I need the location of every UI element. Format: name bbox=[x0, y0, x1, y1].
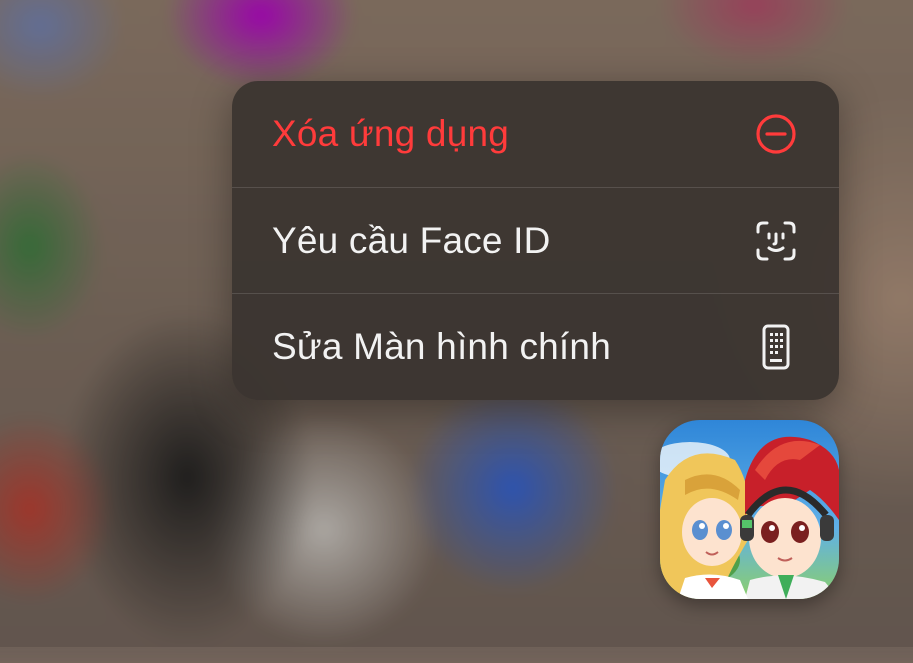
remove-app-label: Xóa ứng dụng bbox=[272, 113, 510, 154]
anime-game-app-icon[interactable] bbox=[660, 420, 839, 599]
minus-circle-icon bbox=[753, 111, 799, 157]
require-face-id-label: Yêu cầu Face ID bbox=[272, 219, 551, 261]
phone-grid-icon bbox=[753, 324, 799, 370]
app-context-menu: Xóa ứng dụng Yêu cầu Face ID Sửa Màn hìn bbox=[232, 81, 839, 400]
edit-home-screen-label: Sửa Màn hình chính bbox=[272, 325, 611, 367]
remove-app-menu-item[interactable]: Xóa ứng dụng bbox=[232, 81, 839, 187]
edit-home-screen-menu-item[interactable]: Sửa Màn hình chính bbox=[232, 293, 839, 399]
face-id-icon bbox=[753, 218, 799, 264]
require-face-id-menu-item[interactable]: Yêu cầu Face ID bbox=[232, 187, 839, 293]
